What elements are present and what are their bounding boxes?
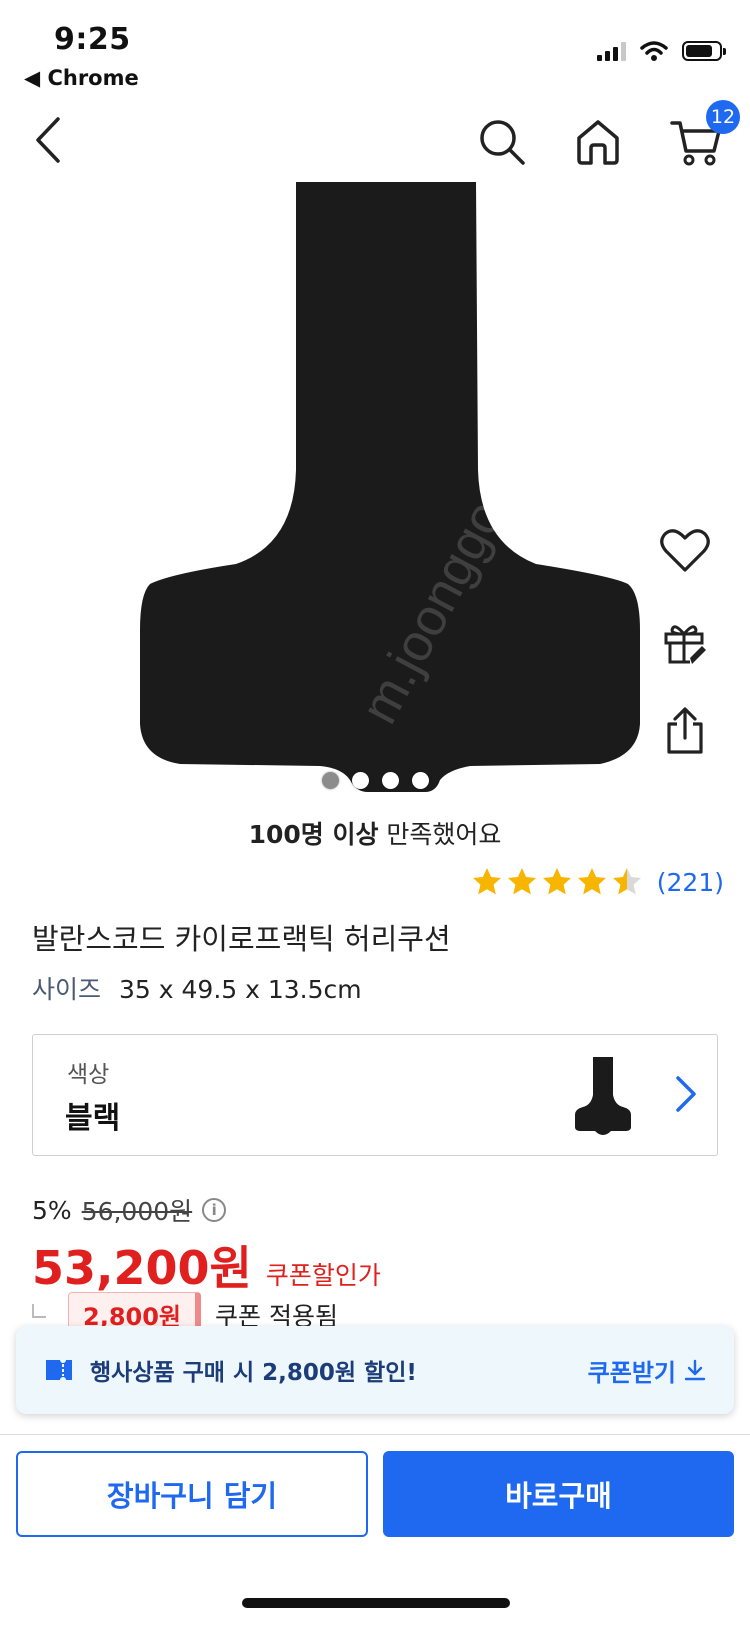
size-value: 35 x 49.5 x 13.5cm: [119, 975, 362, 1004]
review-count-link[interactable]: (221): [657, 868, 724, 897]
product-title: 발란스코드 카이로프랙틱 허리쿠션: [32, 922, 451, 956]
rating-summary[interactable]: (221): [471, 866, 724, 898]
chevron-left-icon: [36, 117, 60, 163]
status-icons: [597, 40, 726, 62]
search-button[interactable]: [474, 114, 530, 170]
back-to-app-link[interactable]: ◀ Chrome: [24, 66, 139, 90]
wishlist-button[interactable]: [658, 524, 712, 578]
pagination-dot[interactable]: [411, 772, 429, 789]
indent-marker: [32, 1303, 46, 1318]
size-row: 사이즈 35 x 49.5 x 13.5cm: [32, 970, 362, 1006]
download-icon: [684, 1359, 706, 1381]
add-to-cart-button[interactable]: 장바구니 담기: [16, 1451, 368, 1537]
satisfaction-text: 100명 이상 만족했어요: [0, 815, 750, 851]
back-button[interactable]: [22, 112, 72, 168]
sale-price: 53,200원: [32, 1241, 252, 1295]
cart-count-badge: 12: [706, 100, 740, 134]
satisfaction-label: 만족했어요: [378, 820, 502, 849]
wifi-icon: [640, 41, 668, 61]
size-label: 사이즈: [32, 975, 102, 1004]
original-price-row: 5% 56,000원 i: [32, 1192, 227, 1228]
satisfaction-count: 100명 이상: [248, 820, 379, 849]
color-option-selector[interactable]: 색상 블랙: [32, 1034, 718, 1156]
home-icon: [577, 120, 619, 165]
gift-icon: [664, 625, 706, 664]
get-coupon-button[interactable]: 쿠폰받기: [588, 1353, 706, 1388]
pagination-dot[interactable]: [321, 772, 339, 789]
heart-icon: [660, 529, 710, 572]
share-button[interactable]: [658, 704, 712, 758]
home-button[interactable]: [570, 114, 626, 170]
star-rating-icon: [472, 868, 641, 895]
sale-price-row: 53,200원 쿠폰할인가: [32, 1232, 381, 1298]
status-time: 9:25: [54, 22, 131, 57]
pagination-dot[interactable]: [381, 772, 399, 789]
share-icon: [667, 707, 703, 754]
buy-now-button[interactable]: 바로구매: [383, 1451, 734, 1537]
color-thumbnail: [575, 1057, 631, 1135]
gift-button[interactable]: [658, 616, 712, 670]
pagination-dot[interactable]: [351, 772, 369, 789]
coupon-price-label: 쿠폰할인가: [265, 1261, 381, 1290]
coupon-banner[interactable]: 행사상품 구매 시 2,800원 할인! 쿠폰받기: [16, 1326, 734, 1414]
cellular-signal-icon: [597, 41, 626, 61]
image-pagination[interactable]: [0, 772, 750, 789]
color-value: 블랙: [65, 1101, 121, 1136]
search-icon: [480, 120, 525, 165]
color-label: 색상: [67, 1062, 110, 1088]
coupon-ticket-icon: [46, 1358, 72, 1382]
home-indicator: [242, 1598, 510, 1608]
original-price: 56,000원: [81, 1197, 193, 1226]
get-coupon-label: 쿠폰받기: [587, 1358, 676, 1387]
product-image[interactable]: m.joonggonara.co.kr: [0, 180, 750, 800]
chevron-right-icon: [676, 1076, 696, 1112]
battery-icon: [682, 41, 726, 61]
discount-rate: 5%: [32, 1195, 72, 1225]
banner-text: 행사상품 구매 시 2,800원 할인!: [90, 1360, 417, 1386]
info-icon[interactable]: i: [202, 1198, 227, 1222]
